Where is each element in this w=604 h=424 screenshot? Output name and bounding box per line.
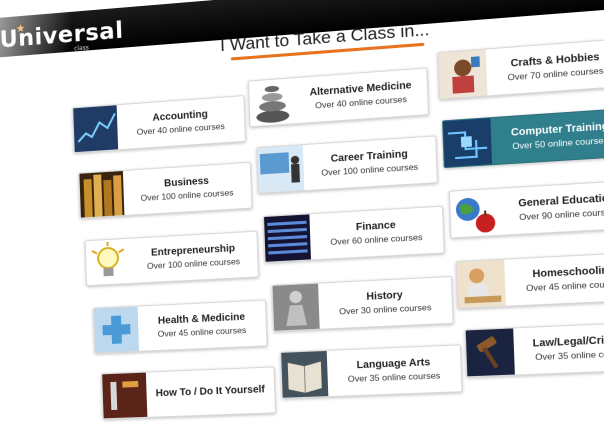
- lightbulb-icon: [86, 239, 131, 285]
- category-tile-business[interactable]: Business Over 100 online courses: [78, 161, 253, 219]
- category-tile-how-to-diy[interactable]: How To / Do It Yourself: [101, 366, 277, 420]
- category-tile-law-legal-criminal[interactable]: Law/Legal/Criminal Over 35 online courses: [464, 321, 604, 378]
- logo-subtext: class: [74, 44, 89, 53]
- category-tile-finance[interactable]: Finance Over 60 online courses: [262, 205, 445, 263]
- category-tile-homeschooling[interactable]: Homeschooling Over 45 online courses: [455, 251, 604, 310]
- circuit-icon: [443, 118, 493, 168]
- presenter-icon: [257, 145, 305, 193]
- stock-board-icon: [264, 214, 311, 262]
- statue-icon: [272, 283, 320, 331]
- chart-screen-icon: [73, 105, 119, 153]
- category-tile-alternative-medicine[interactable]: Alternative Medicine Over 40 online cours…: [247, 67, 430, 128]
- crafts-icon: [438, 49, 488, 99]
- category-tile-health-medicine[interactable]: Health & Medicine Over 45 online courses: [92, 299, 268, 354]
- site-logo[interactable]: Universal ★ class: [0, 18, 124, 54]
- medical-cross-icon: [93, 306, 140, 353]
- globe-apple-icon: [450, 189, 499, 238]
- student-writing-icon: [456, 259, 506, 308]
- category-tile-crafts-hobbies[interactable]: Crafts & Hobbies Over 70 online courses: [437, 38, 604, 100]
- star-icon: ★: [15, 21, 27, 36]
- category-tile-history[interactable]: History Over 30 online courses: [271, 275, 454, 332]
- category-tile-entrepreneurship[interactable]: Entrepreneurship Over 100 online courses: [84, 230, 259, 287]
- category-tile-accounting[interactable]: Accounting Over 40 online courses: [72, 95, 246, 154]
- category-tile-language-arts[interactable]: Language Arts Over 35 online courses: [280, 344, 463, 399]
- book-icon: [281, 350, 329, 398]
- gavel-icon: [465, 328, 515, 377]
- category-tile-career-training[interactable]: Career Training Over 100 online courses: [256, 135, 438, 194]
- category-tile-general-education[interactable]: General Education Over 90 online courses: [448, 179, 604, 239]
- page-stage: Universal ★ class I Want to Take a Class…: [0, 0, 604, 420]
- tools-icon: [102, 372, 148, 419]
- tile-title: How To / Do It Yourself: [155, 383, 266, 400]
- buildings-icon: [79, 170, 125, 218]
- category-tile-computer-training[interactable]: Computer Training Over 50 online courses: [442, 107, 604, 169]
- stacked-stones-icon: [249, 78, 296, 126]
